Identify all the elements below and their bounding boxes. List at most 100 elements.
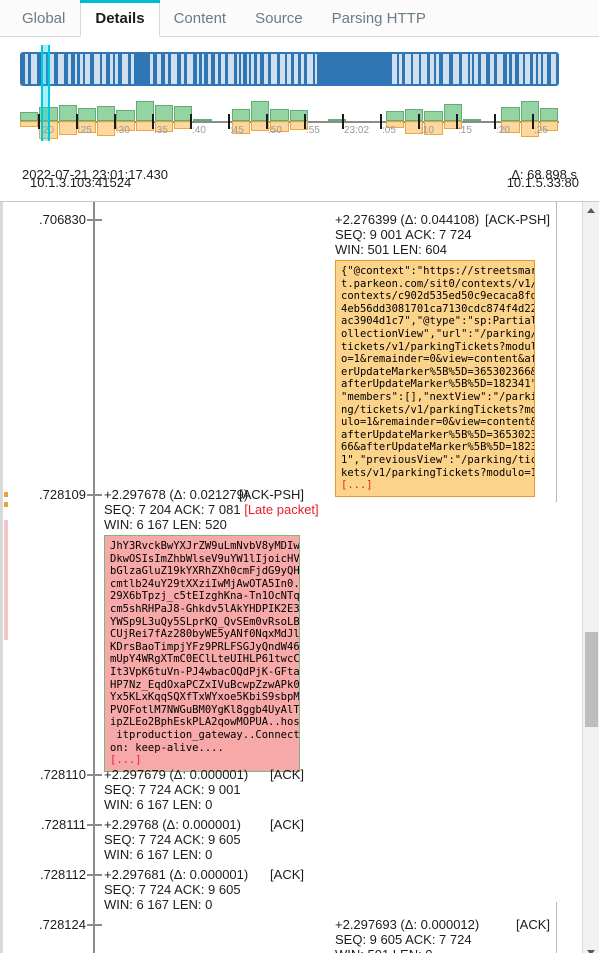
timeline-cursor[interactable] bbox=[41, 45, 50, 141]
packet-detail-right[interactable]: +2.297693 (Δ: 0.000012) [ACK] SEQ: 9 605… bbox=[335, 917, 550, 953]
scroll-up-arrow-icon[interactable] bbox=[587, 208, 595, 213]
histogram-bar-up bbox=[58, 104, 77, 121]
packet-tick bbox=[478, 54, 481, 84]
packet-tick bbox=[397, 54, 399, 84]
histogram-bar-down bbox=[97, 121, 116, 136]
packet-offset-line: +2.297693 (Δ: 0.000012) [ACK] bbox=[335, 917, 550, 932]
packet-tick bbox=[204, 54, 208, 84]
payload-truncation[interactable]: [...] bbox=[341, 479, 373, 491]
packet-tick bbox=[530, 54, 533, 84]
throughput-histogram[interactable]: :20:25:30:35:40:45:50:55 23:02:05:10:15:2… bbox=[20, 95, 559, 147]
packet-seq-ack: SEQ: 9 605 ACK: 7 724 bbox=[335, 932, 472, 947]
packet-offset-line: +2.29768 (Δ: 0.000001) [ACK] bbox=[104, 817, 304, 832]
histogram-bar-up bbox=[231, 108, 250, 121]
packet-tick bbox=[439, 54, 443, 84]
packet-seq-ack: SEQ: 7 724 ACK: 9 605 bbox=[104, 832, 241, 847]
packet-tick bbox=[472, 54, 474, 84]
packet-tick bbox=[211, 54, 215, 84]
scrollbar-thumb[interactable] bbox=[585, 632, 598, 727]
tab-content[interactable]: Content bbox=[160, 0, 242, 36]
packet-tick bbox=[218, 54, 221, 84]
tab-global[interactable]: Global bbox=[8, 0, 80, 36]
packet-seq-ack: SEQ: 9 001 ACK: 7 724 bbox=[335, 227, 472, 242]
packet-tick bbox=[541, 54, 543, 84]
packet-offset-line: +2.297679 (Δ: 0.000001) [ACK] bbox=[104, 767, 304, 782]
axis-tick-label: :05 bbox=[382, 125, 396, 136]
left-edge-strip bbox=[0, 202, 3, 953]
packet-tick bbox=[161, 54, 165, 84]
histogram-bar-up bbox=[385, 110, 404, 121]
left-edge-marker-b bbox=[4, 502, 8, 507]
timeline-overview[interactable]: :20:25:30:35:40:45:50:55 23:02:05:10:15:2… bbox=[0, 37, 599, 182]
packet-flags: [ACK-PSH] bbox=[238, 487, 304, 502]
packet-tick bbox=[509, 54, 512, 84]
packet-tick bbox=[547, 54, 551, 84]
histogram-bar-up bbox=[135, 100, 154, 121]
packet-tick bbox=[523, 54, 525, 84]
packet-tick bbox=[184, 54, 187, 84]
packet-win-len: WIN: 6 167 LEN: 0 bbox=[104, 847, 213, 862]
axis-tick-label: :10 bbox=[420, 125, 434, 136]
packet-tick bbox=[239, 54, 241, 84]
packet-offset: +2.297679 (Δ: 0.000001) bbox=[104, 767, 249, 782]
packet-density-bar[interactable] bbox=[20, 52, 559, 86]
packet-tick bbox=[291, 54, 294, 84]
packet-flags: [ACK] bbox=[270, 867, 304, 882]
tab-parsing-http[interactable]: Parsing HTTP bbox=[318, 0, 441, 36]
packet-offset-line: +2.297681 (Δ: 0.000001) [ACK] bbox=[104, 867, 304, 882]
axis-tick-label: :50 bbox=[268, 125, 282, 136]
packet-tick bbox=[100, 54, 102, 84]
axis-tick-label: :40 bbox=[192, 125, 206, 136]
packet-timestamp: .728124 bbox=[39, 917, 86, 932]
axis-tick-label: 23:02 bbox=[344, 125, 370, 136]
packet-offset-line: +2.297678 (Δ: 0.021279) [ACK-PSH] bbox=[104, 487, 304, 502]
packet-tick bbox=[193, 54, 197, 84]
packet-tick bbox=[168, 54, 171, 84]
histogram-bar-up bbox=[462, 119, 481, 121]
sequence-diagram-panel[interactable]: .706830 +2.276399 (Δ: 0.044108) [ACK-PSH… bbox=[0, 201, 599, 953]
packet-tick bbox=[268, 54, 271, 84]
packet-tick bbox=[77, 54, 80, 84]
packet-detail-left[interactable]: +2.297681 (Δ: 0.000001) [ACK] SEQ: 7 724… bbox=[104, 867, 304, 912]
histogram-bar-down bbox=[135, 121, 154, 131]
right-column-divider bbox=[556, 902, 557, 953]
packet-burst-block bbox=[317, 54, 392, 84]
packet-seq-ack: SEQ: 7 204 ACK: 7 081 bbox=[104, 502, 241, 517]
packet-tick bbox=[64, 54, 68, 84]
packet-tick bbox=[313, 54, 315, 84]
packet-tick bbox=[277, 54, 280, 84]
packet-tick bbox=[419, 54, 421, 84]
packet-tick bbox=[199, 54, 202, 84]
packet-flags: [ACK] bbox=[516, 917, 550, 932]
packet-tick bbox=[254, 54, 257, 84]
packet-offset-line: +2.276399 (Δ: 0.044108) [ACK-PSH] bbox=[335, 212, 550, 227]
packet-detail-left[interactable]: +2.297678 (Δ: 0.021279) [ACK-PSH] SEQ: 7… bbox=[104, 487, 319, 772]
histogram-bar-down bbox=[20, 121, 39, 128]
packet-tick bbox=[494, 54, 497, 84]
packet-timestamp: .728110 bbox=[39, 767, 86, 782]
packet-offset: +2.29768 (Δ: 0.000001) bbox=[104, 817, 241, 832]
packet-detail-left[interactable]: +2.29768 (Δ: 0.000001) [ACK] SEQ: 7 724 … bbox=[104, 817, 304, 862]
packet-detail-right[interactable]: +2.276399 (Δ: 0.044108) [ACK-PSH] SEQ: 9… bbox=[335, 212, 550, 497]
packet-tick bbox=[153, 54, 157, 84]
endpoint-row: 10.1.3.103:41524 10.1.5.33:80 bbox=[0, 167, 599, 201]
packet-tick bbox=[54, 54, 58, 84]
axis-tick bbox=[87, 774, 102, 776]
packet-timestamp: .728109 bbox=[39, 487, 86, 502]
tab-details[interactable]: Details bbox=[80, 0, 160, 37]
packet-detail-left[interactable]: +2.297679 (Δ: 0.000001) [ACK] SEQ: 7 724… bbox=[104, 767, 304, 812]
vertical-scrollbar[interactable] bbox=[582, 202, 599, 953]
payload-truncation[interactable]: [...] bbox=[110, 754, 142, 766]
histogram-bar-up bbox=[405, 109, 424, 121]
packet-tick bbox=[243, 54, 247, 84]
packet-offset: +2.297693 (Δ: 0.000012) bbox=[335, 917, 480, 932]
packet-payload[interactable]: {"@context":"https://streetsmar t.parkeo… bbox=[335, 260, 535, 497]
histogram-bar-up bbox=[97, 105, 116, 121]
packet-tick bbox=[113, 54, 115, 84]
axis-tick-label: :35 bbox=[154, 125, 168, 136]
tab-source[interactable]: Source bbox=[241, 0, 318, 36]
packet-tick bbox=[434, 54, 436, 84]
packet-win-len: WIN: 501 LEN: 0 bbox=[335, 947, 550, 953]
packet-payload[interactable]: JhY3RvckBwYXJrZW9uLmNvbV8yMDIwM DkwOSIsI… bbox=[104, 535, 300, 772]
axis-tick-label: :30 bbox=[116, 125, 130, 136]
